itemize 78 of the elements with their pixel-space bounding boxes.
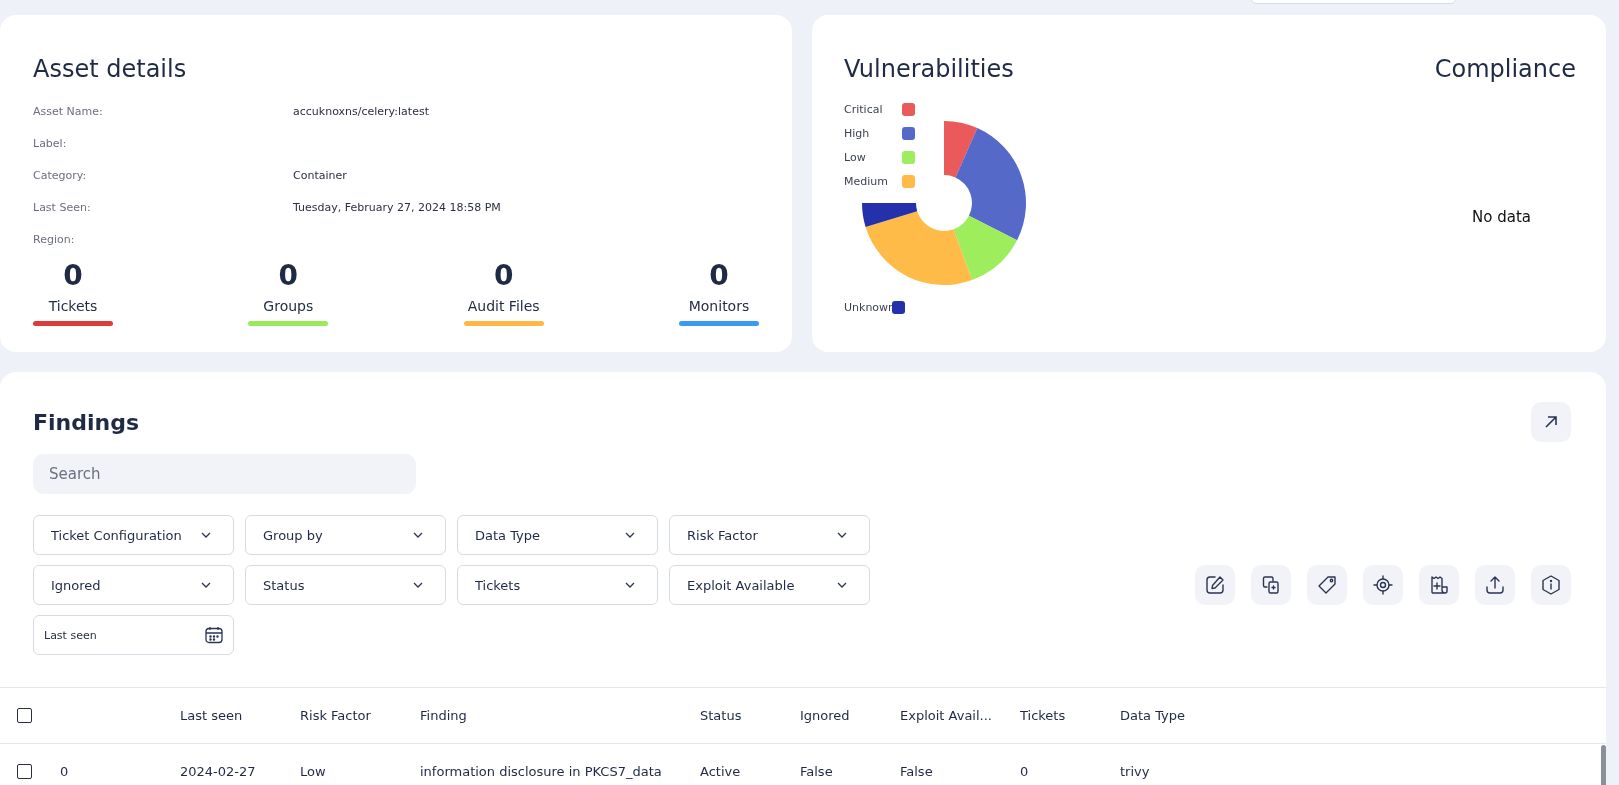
column-header[interactable]: Exploit Avail... (900, 708, 992, 723)
search-field[interactable]: Search (33, 454, 416, 494)
stat-count: 0 (278, 259, 299, 292)
field-label: Category: (33, 169, 88, 184)
table-cell: 0 (1020, 764, 1029, 779)
filter-dropdown[interactable]: Ignored (33, 565, 234, 605)
target-button[interactable] (1363, 565, 1403, 605)
table-cell: trivy (1120, 764, 1150, 779)
info-button[interactable] (1531, 565, 1571, 605)
stat-count: 0 (493, 259, 514, 292)
expand-button[interactable] (1531, 402, 1571, 442)
table-cell: information disclosure in PKCS7_data (420, 764, 662, 779)
chevron-down-icon (625, 532, 635, 538)
column-header[interactable]: Tickets (1020, 708, 1066, 723)
edit-button[interactable] (1195, 565, 1235, 605)
stat-label: Audit Files (467, 298, 540, 314)
filter-dropdown[interactable]: Group by (245, 515, 446, 555)
table-cell: False (900, 764, 933, 779)
tag-button[interactable] (1307, 565, 1347, 605)
field-value: accuknoxns/celery:latest (293, 105, 430, 120)
field-value: Container (293, 169, 348, 184)
column-header[interactable]: Ignored (800, 708, 850, 723)
legend-label: High (844, 126, 871, 140)
chevron-down-icon (625, 582, 635, 588)
select-all-checkbox[interactable] (17, 708, 32, 723)
chevron-down-icon (837, 582, 847, 588)
upload-icon (1484, 574, 1506, 596)
target-icon (1372, 574, 1394, 596)
column-header[interactable]: Finding (420, 708, 467, 723)
empty-message: No data (1472, 208, 1531, 226)
chevron-down-icon (201, 532, 211, 538)
stat-count: 0 (709, 259, 729, 292)
table-cell: False (800, 764, 833, 779)
field-label: Label: (33, 137, 68, 152)
chevron-down-icon (837, 532, 847, 538)
info-icon (1540, 574, 1562, 596)
field-label: Last Seen: (33, 201, 92, 216)
tag-icon (1316, 574, 1338, 596)
calendar-icon[interactable] (204, 625, 224, 645)
filter-dropdown[interactable]: Ticket Configuration (33, 515, 234, 555)
stat-count: 0 (63, 259, 83, 292)
column-header[interactable]: Data Type (1120, 708, 1186, 723)
row-checkbox[interactable] (17, 764, 32, 779)
copy-button[interactable] (1251, 565, 1291, 605)
card-title: Compliance (1434, 55, 1576, 83)
stat-label: Tickets (48, 298, 98, 314)
date-field[interactable]: Last seen (33, 615, 234, 655)
legend-label: Low (844, 150, 867, 164)
table-cell: Low (300, 764, 326, 779)
filter-dropdown[interactable]: Status (245, 565, 446, 605)
legend-label: Medium (844, 174, 889, 188)
field-value: Tuesday, February 27, 2024 18:58 PM (293, 201, 502, 216)
receipt-button[interactable] (1419, 565, 1459, 605)
filter-dropdown[interactable]: Data Type (457, 515, 658, 555)
table-cell: 0 (60, 764, 69, 779)
field-label: Asset Name: (33, 105, 104, 120)
stat-label: Groups (263, 298, 314, 314)
table-cell: 2024-02-27 (180, 764, 256, 779)
table-cell: Active (700, 764, 741, 779)
upload-button[interactable] (1475, 565, 1515, 605)
filter-dropdown[interactable]: Exploit Available (669, 565, 870, 605)
findings-title: Findings (33, 409, 140, 435)
field-label: Region: (33, 233, 76, 248)
column-header[interactable]: Status (700, 708, 742, 723)
edit-icon (1204, 574, 1226, 596)
chevron-down-icon (413, 532, 423, 538)
card-title: Vulnerabilities (844, 55, 1015, 83)
card-title: Asset details (33, 55, 188, 83)
column-header[interactable]: Last seen (180, 708, 243, 723)
filter-dropdown[interactable]: Tickets (457, 565, 658, 605)
filter-dropdown[interactable]: Risk Factor (669, 515, 870, 555)
chevron-down-icon (413, 582, 423, 588)
stat-label: Monitors (688, 298, 750, 314)
receipt-icon (1428, 574, 1450, 596)
column-header[interactable]: Risk Factor (300, 708, 371, 723)
chevron-down-icon (201, 582, 211, 588)
legend-label: Critical (844, 102, 884, 116)
copy-icon (1260, 574, 1282, 596)
